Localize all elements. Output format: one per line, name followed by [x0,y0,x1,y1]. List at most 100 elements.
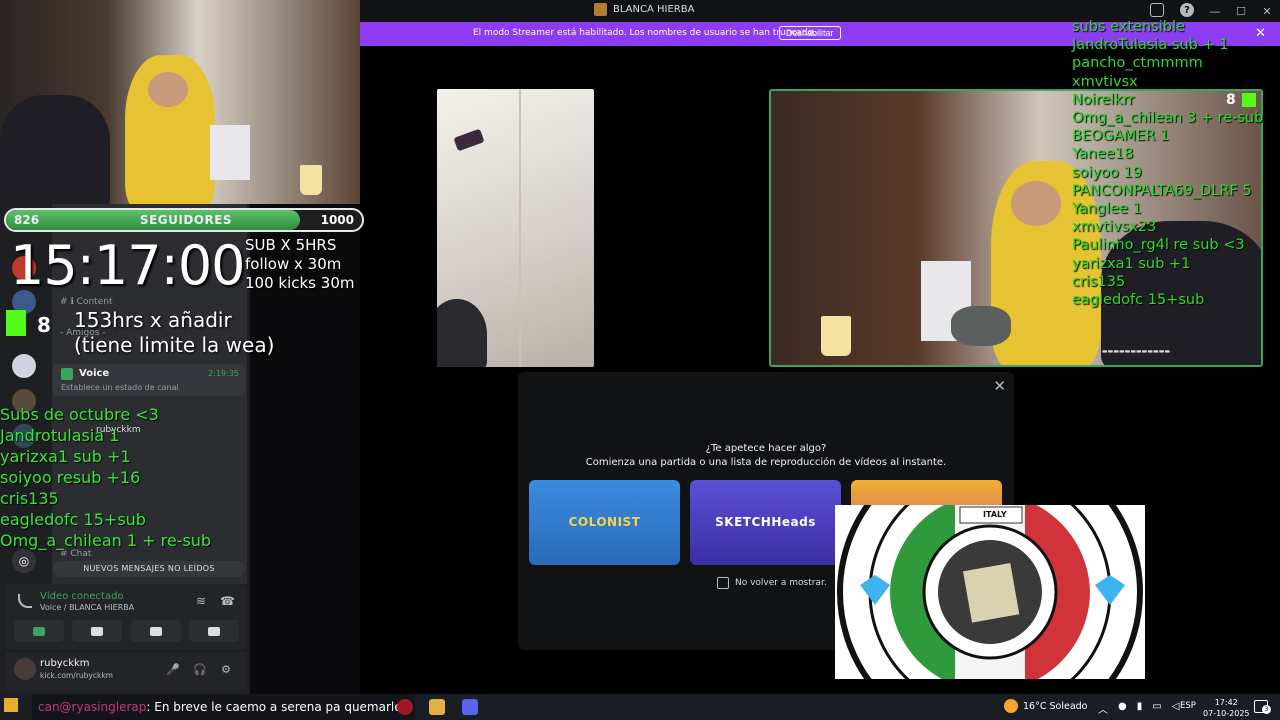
person-face [1011,181,1061,226]
activity-button[interactable] [130,620,181,642]
voice-status[interactable]: Establece un estado de canal [61,383,179,392]
headset-icon[interactable]: 🎧 [193,664,207,676]
activity-name: SKETCHHeads [715,515,816,529]
server-icon [594,3,607,16]
made-in-italy-graphic: ITALY [835,505,1145,679]
activity-sketchheads[interactable]: SKETCHHeads [690,480,841,565]
microphone-icon[interactable]: 🎤 [166,664,180,676]
checkbox[interactable] [717,577,729,589]
inbox-icon[interactable] [1150,3,1164,17]
sub-entry: Yanee18 [1072,146,1134,163]
streamer-mode-message: El modo Streamer está habilitado. Los no… [473,28,816,38]
ticker-nick: can@ryasinglerap [38,700,147,714]
sub-entry: Yanglee 1 [1072,201,1142,218]
hours-info: 153hrs x añadir (tiene limite la wea) [74,308,274,358]
mic-tray-icon[interactable]: ▮ [1137,701,1143,716]
network-icon[interactable]: ▭ [1152,701,1161,716]
new-messages-pill[interactable]: NUEVOS MENSAJES NO LEÍDOS [53,561,245,577]
tray-app-icon[interactable]: ● [1118,701,1127,716]
avatar[interactable] [14,658,36,680]
disable-streamer-button[interactable]: Deshabilitar [779,26,841,40]
activity-colonist[interactable]: COLONIST [529,480,680,565]
rule-line: SUB X 5HRS [245,236,337,254]
gamepad-icon [149,626,162,636]
file-explorer-icon[interactable] [429,699,445,715]
system-tray: ︿ ● ▮ ▭ ◁ [1098,701,1179,716]
sub-entry: Omg_a_chilean 1 + re-sub [0,531,212,550]
app-icon[interactable] [397,699,413,715]
sub-list-right: subs extensible JandroTulasia sub + 1 pa… [1072,18,1263,309]
signal-icon[interactable] [18,594,32,608]
discover-icon[interactable]: ◎ [12,549,36,573]
discord-icon[interactable] [462,699,478,715]
sub-entry: yarizxa1 sub +1 [1072,255,1191,272]
start-icon[interactable] [4,698,18,712]
soundboard-button[interactable] [188,620,239,642]
sub-entry: Jandrotulasia 1 [0,426,120,445]
clock-date: 07-10-2025 [1203,709,1250,718]
server-icon[interactable] [12,354,36,378]
language-indicator[interactable]: ESP [1180,701,1196,711]
clock-time: 17:42 [1214,698,1238,707]
voice-channel-selected[interactable]: Voice 2:19:35 Establece un estado de can… [53,364,245,396]
taskbar: can@ryasinglerap : En breve le caemo a s… [0,694,1280,720]
modal-subtitle: Comienza una partida o una lista de repr… [585,457,947,468]
sub-entry: cris135 [0,489,59,508]
voice-channel-label: Voice [79,368,110,379]
sub-entry: eagledofc 15+sub [1072,292,1205,309]
rtc-status[interactable]: Vídeo conectado [40,591,124,602]
notification-count: 3 [1262,705,1271,714]
dont-show-again[interactable]: No volver a mostrar. [717,577,827,589]
second-person [0,95,110,204]
disconnect-icon[interactable]: ☎ [220,594,235,608]
follower-goal-bar: 826 SEGUIDORES 1000 [4,208,364,232]
help-icon[interactable]: ? [1180,3,1194,17]
clock[interactable]: 17:42 07-10-2025 [1203,697,1250,719]
sub-entry: cris135 [1072,273,1126,290]
rtc-channel[interactable]: Voice / BLANCA HIERBA [40,603,134,612]
subathon-timer: 15:17:00 [10,234,246,297]
video-tile-phone[interactable] [437,89,594,367]
tile-caption: ▬▬▬▬▬▬▬▬▬▬▬▬ [1102,348,1171,355]
sub-entry: yarizxa1 sub +1 [0,447,131,466]
noise-suppression-icon[interactable]: ≋ [196,594,210,608]
chevron-up-icon[interactable]: ︿ [1098,701,1108,716]
window-title: BLANCA HIERBA [594,3,694,16]
sub-entry: pancho_ctmmmm [1072,55,1203,72]
screen-share-button[interactable] [72,620,123,642]
sub-entry: Subs de octubre <3 [0,405,159,424]
sub-entry: JandroTulasia sub + 1 [1072,37,1229,54]
modal-question: ¿Te apetece hacer algo? [705,443,827,454]
follower-goal: 1000 [320,213,354,227]
microphone-foam [951,306,1011,346]
sub-entry: Omg_a_chilean 3 + re-sub [1072,110,1264,127]
weather-icon[interactable] [1004,699,1018,713]
modal-close-icon[interactable]: ✕ [993,377,1006,395]
sub-entry: xmvtivsx [1072,73,1138,90]
volume-icon[interactable]: ◁ [1172,701,1180,716]
cup [300,165,322,195]
window-title-text: BLANCA HIERBA [613,4,695,15]
sub-entry: subs extensible [1072,19,1185,35]
activity-name: COLONIST [568,515,641,529]
username[interactable]: rubyckkm [40,658,90,669]
channel-content[interactable]: # ℹ Content [60,297,112,307]
sub-entry: xmvtivsx23 [1072,219,1157,236]
voice-time: 2:19:35 [208,369,239,378]
sub-entry: Noirelkrr [1072,91,1135,108]
sub-entry: PANCONPALTA69_DLRF 5 [1072,182,1252,199]
voice-icon [61,368,73,380]
camera-button[interactable] [14,620,65,642]
ticker-text: : En breve le caemo a serena pa quemarle… [146,700,409,714]
weather-text[interactable]: 16°C Soleado [1023,701,1087,712]
subathon-rules: SUB X 5HRS follow x 30m 100 kicks 30m [245,236,354,293]
gear-icon[interactable]: ⚙ [220,664,232,676]
top-icons: ? [1150,3,1194,17]
person-face [148,72,188,107]
rule-line: 100 kicks 30m [245,274,355,292]
rule-line: follow x 30m [245,255,342,273]
laundry-basket [210,125,250,180]
sub-entry: Paulinho_rg4l re sub <3 [1072,237,1245,254]
sub-entry: BEOGAMER 1 [1072,128,1170,145]
rtc-actions [6,620,247,642]
